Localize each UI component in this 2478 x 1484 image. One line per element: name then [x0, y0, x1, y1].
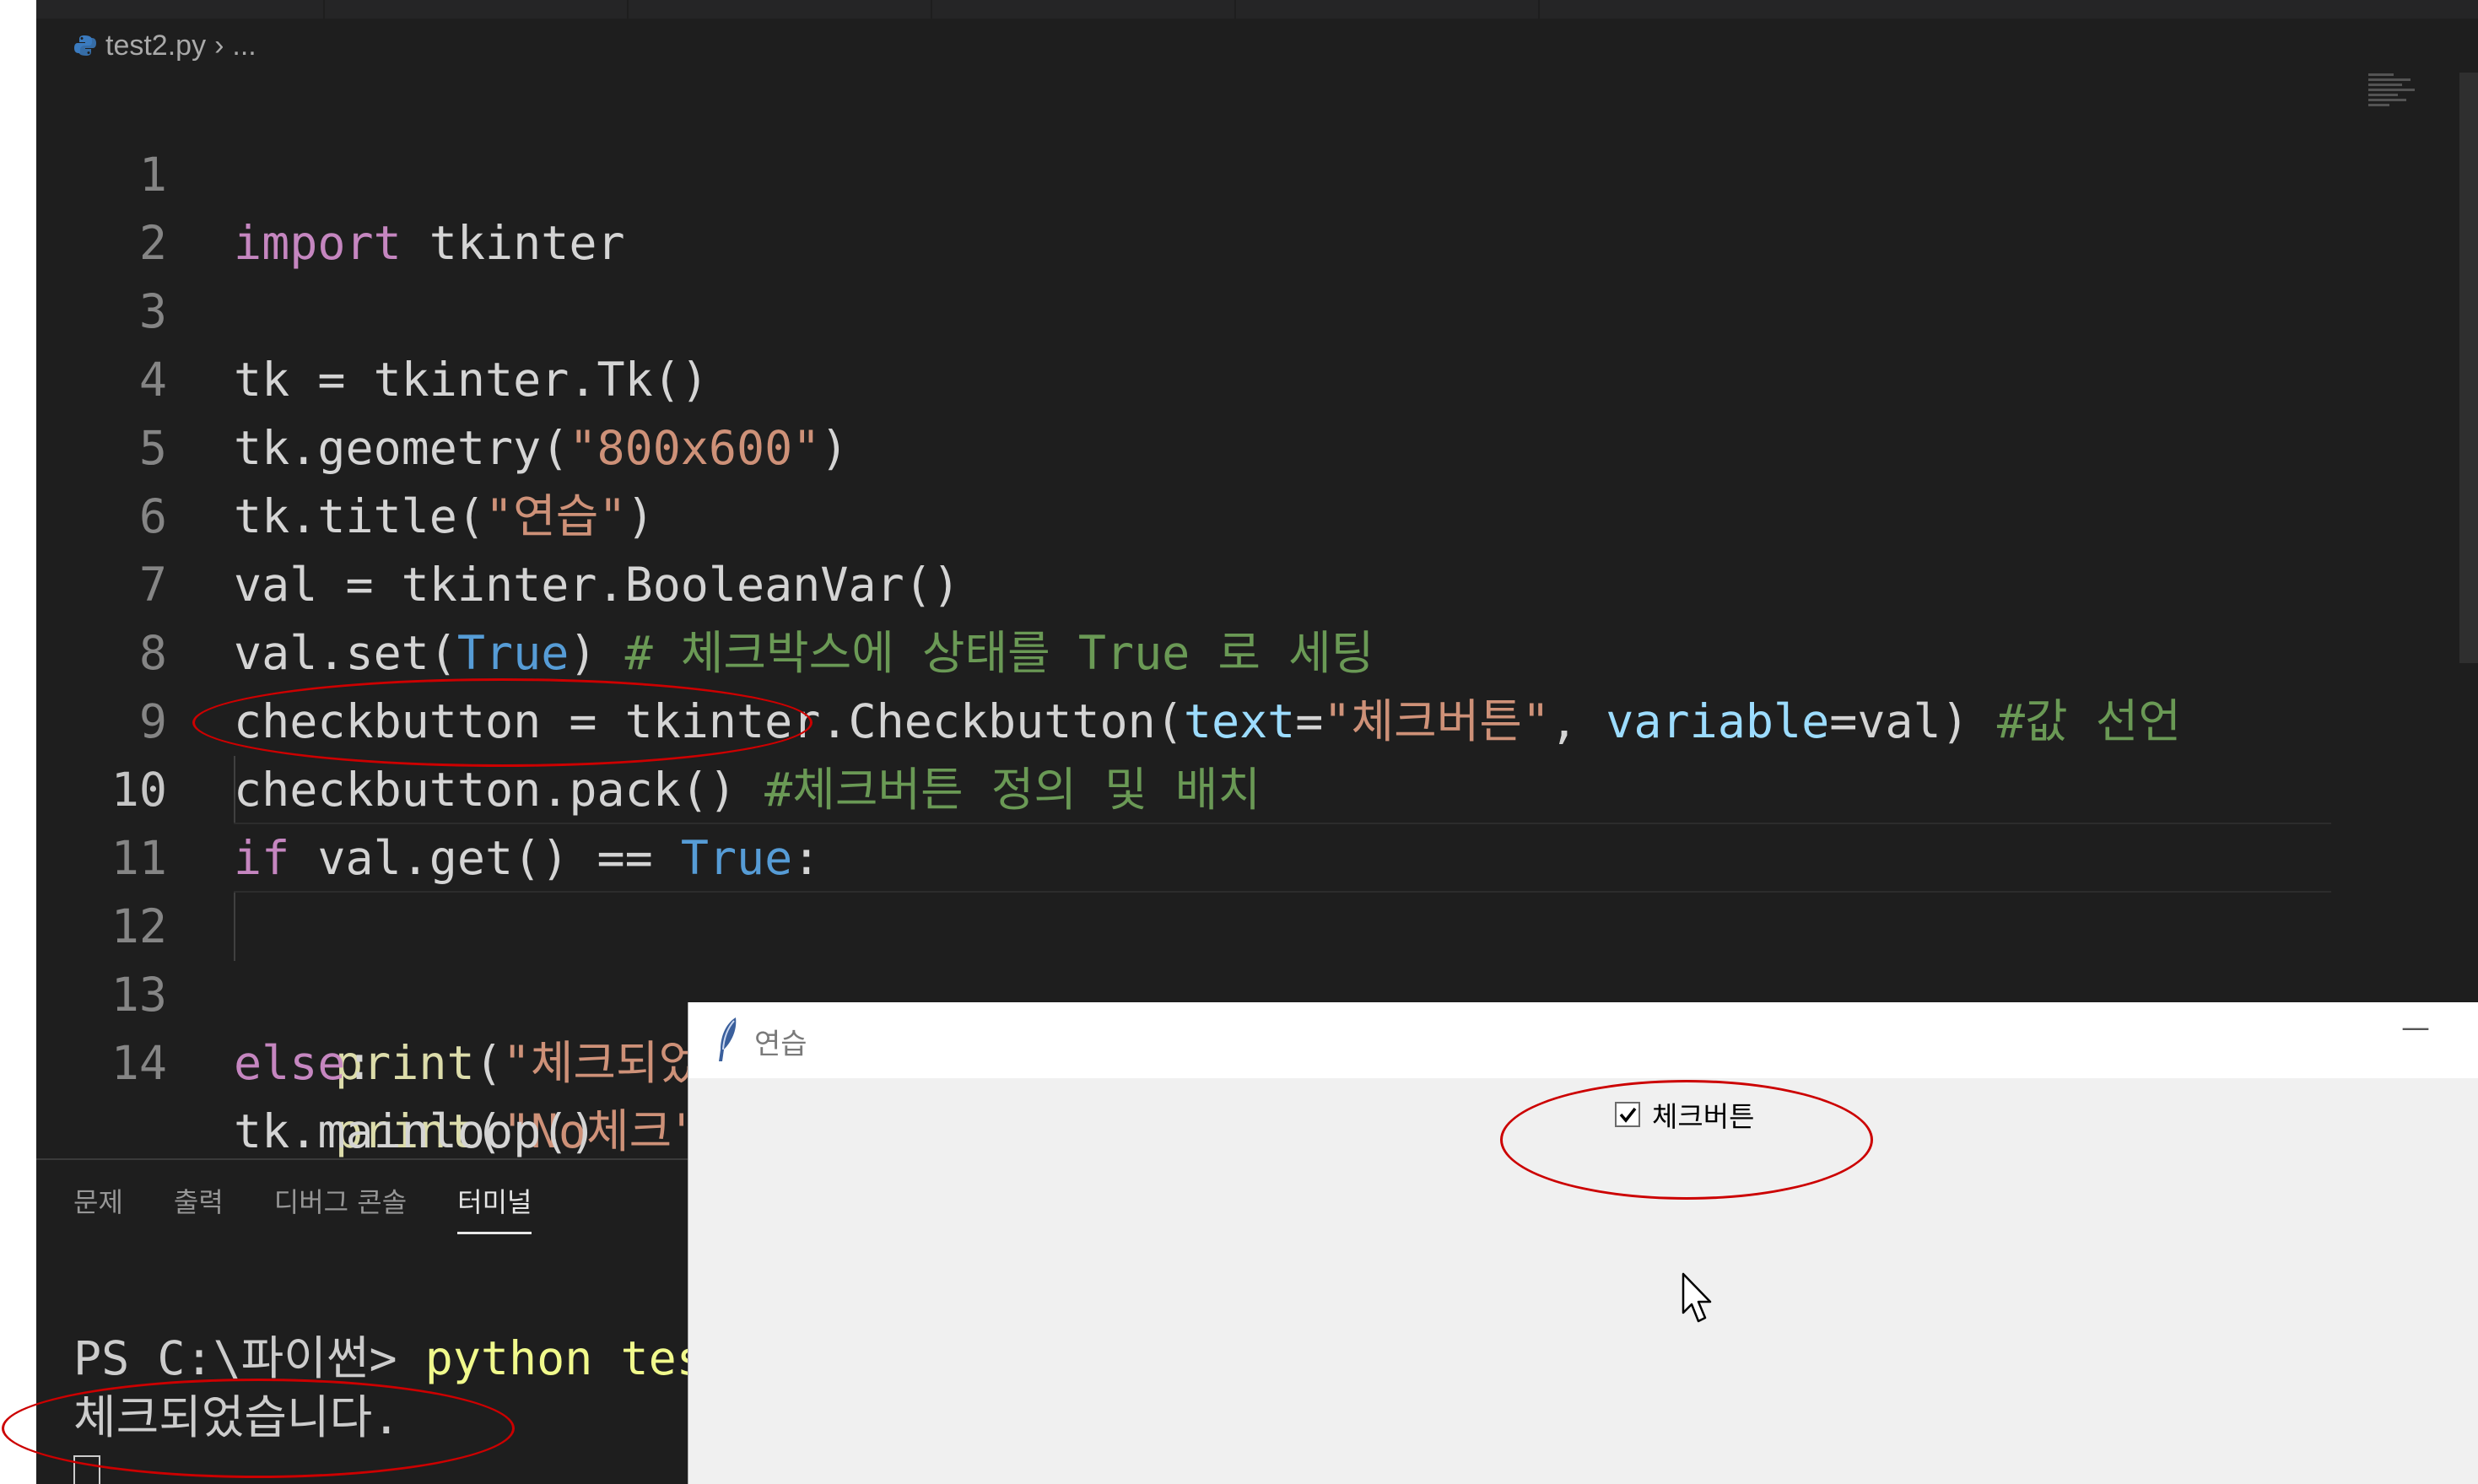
code-line[interactable]: 8 checkbutton = tkinter.Checkbutton(text…: [36, 551, 2331, 748]
mouse-pointer-icon: [1682, 1272, 1712, 1323]
code-line[interactable]: 11 print("체크되었습니다."): [36, 756, 2331, 1090]
tab-problems[interactable]: 문제: [73, 1181, 123, 1234]
vertical-scrollbar[interactable]: [2459, 73, 2478, 663]
chevron-right-icon: ›: [214, 29, 224, 62]
tk-window[interactable]: 연습 — 체크버튼: [688, 1002, 2478, 1484]
code-line[interactable]: 9 checkbutton.pack() #체크버튼 정의 및 배치: [36, 619, 2331, 817]
code-line[interactable]: 7 val.set(True) # 체크박스에 상태를 True 로 세팅: [36, 483, 2331, 680]
code-line[interactable]: 13 print("No체크"): [36, 893, 2331, 1158]
minimap[interactable]: [2368, 71, 2419, 121]
code-line[interactable]: 2: [36, 141, 2331, 270]
keyword-token: else: [234, 1036, 346, 1090]
tab-output[interactable]: 출력: [174, 1181, 224, 1234]
minimize-button[interactable]: —: [2401, 1011, 2430, 1044]
indent-guide: [234, 893, 235, 961]
feather-icon: [719, 1017, 737, 1061]
tab-separator: [323, 0, 325, 19]
breadcrumb-file[interactable]: test2.py: [105, 30, 206, 62]
window-title: 연습: [754, 1028, 807, 1061]
code-line[interactable]: 4 tk.geometry("800x600"): [36, 278, 2331, 475]
code-line[interactable]: 1 import tkinter: [36, 73, 2331, 270]
panel-tabs: 문제 출력 디버그 콘솔 터미널: [73, 1181, 532, 1234]
tab-debug-console[interactable]: 디버그 콘솔: [274, 1181, 407, 1234]
tab-separator: [627, 0, 629, 19]
tab-separator: [1538, 0, 1540, 19]
tab-separator: [931, 0, 932, 19]
code-line[interactable]: 3 tk = tkinter.Tk(): [36, 209, 2331, 407]
indent-guide: [234, 756, 235, 824]
code-text: tk.mainloop(): [234, 1104, 597, 1158]
tab-terminal[interactable]: 터미널: [457, 1181, 532, 1234]
breadcrumb[interactable]: test2.py › ...: [73, 29, 256, 62]
terminal-prompt: PS C:\파이썬>: [73, 1331, 425, 1385]
breadcrumb-symbol[interactable]: ...: [232, 30, 256, 62]
annotation-ellipse: [2, 1379, 515, 1478]
window-titlebar[interactable]: 연습 —: [688, 1002, 2478, 1078]
code-line[interactable]: 5 tk.title("연습"): [36, 346, 2331, 543]
line-number: 14: [111, 1036, 167, 1090]
annotation-ellipse: [1500, 1080, 1873, 1200]
code-text: :: [345, 1036, 374, 1090]
code-line[interactable]: 6 val = tkinter.BooleanVar(): [36, 414, 2331, 612]
terminal-command: python tes: [424, 1331, 705, 1385]
code-area[interactable]: 1 import tkinter 2 3 tk = tkinter.Tk() 4…: [36, 73, 2331, 1158]
code-text: (: [474, 1036, 503, 1090]
python-file-icon: [74, 35, 96, 56]
tab-separator: [1234, 0, 1236, 19]
code-line[interactable]: 12 else:: [36, 824, 2331, 1090]
tab-strip: [36, 0, 2478, 19]
annotation-ellipse: [192, 678, 813, 767]
